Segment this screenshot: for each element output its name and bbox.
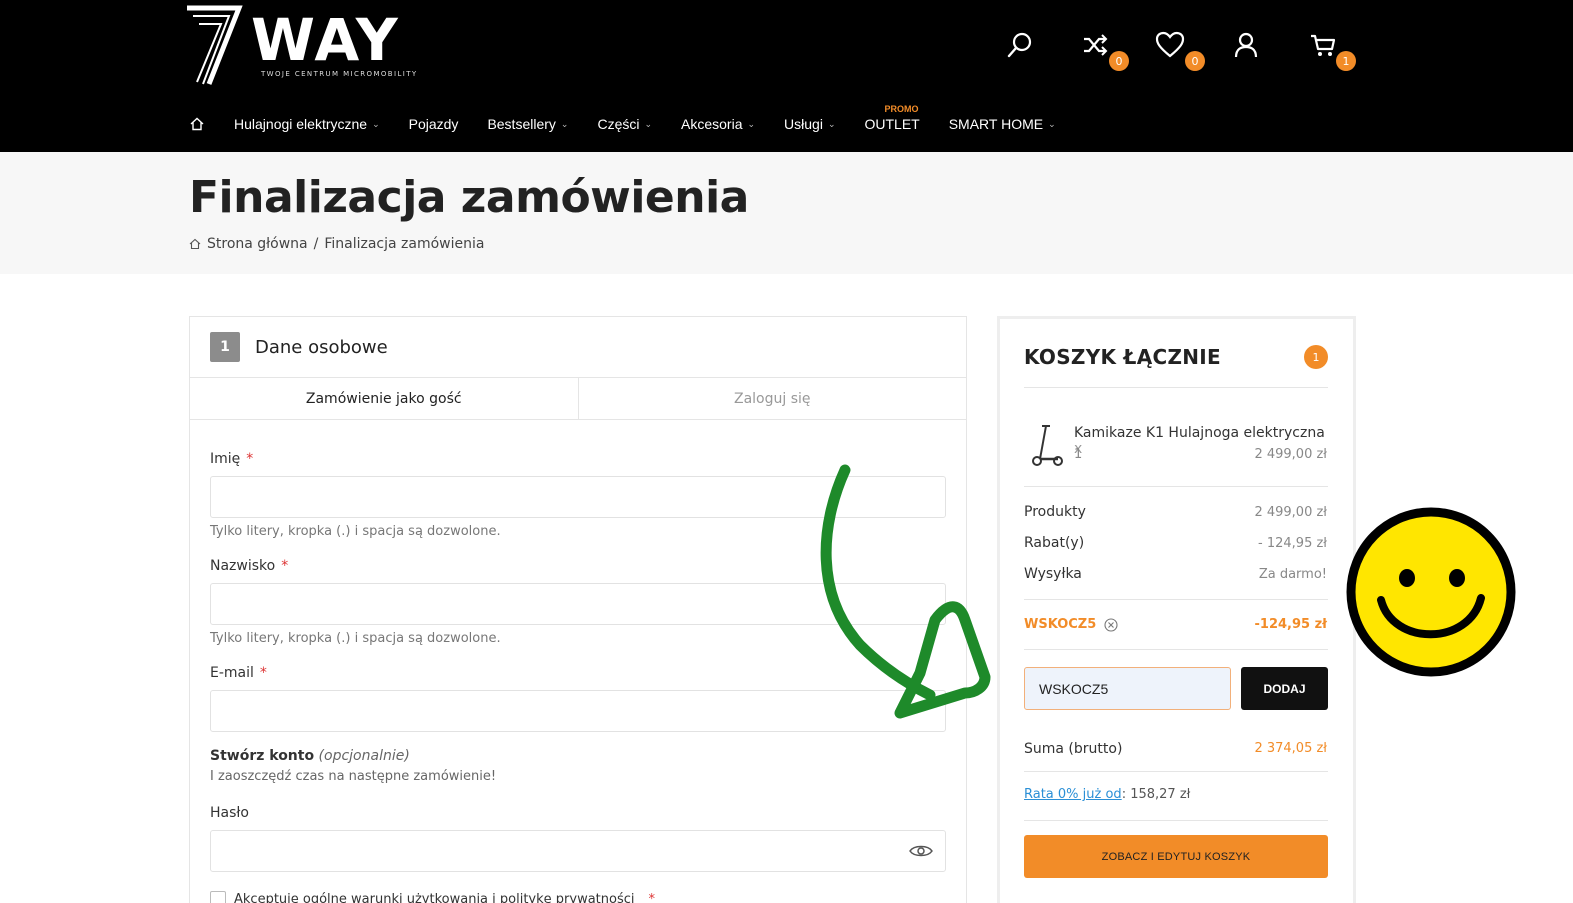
create-account-hint: I zaoszczędź czas na następne zamówienie… — [210, 769, 497, 784]
step-header: 1 Dane osobowe — [190, 317, 966, 378]
main-nav: Hulajnogi elektryczne ⌄ Pojazdy Bestselle… — [190, 104, 1085, 140]
add-coupon-button[interactable]: DODAJ — [1241, 667, 1328, 710]
page-title: Finalizacja zamówienia — [189, 172, 749, 223]
chevron-down-icon: ⌄ — [747, 118, 756, 129]
applied-coupon: WSKOCZ5 — [1024, 617, 1118, 632]
compare-count-badge: 0 — [1109, 51, 1129, 71]
tab-guest-order[interactable]: Zamówienie jako gość — [190, 378, 578, 419]
terms-row: Akceptuję ogólne warunki użytkowania i p… — [210, 891, 655, 903]
nav-bestsellery[interactable]: Bestsellery ⌄ — [487, 116, 568, 132]
products-value: 2 499,00 zł — [1254, 505, 1327, 520]
total-label: Suma (brutto) — [1024, 741, 1123, 757]
discount-value: - 124,95 zł — [1258, 536, 1327, 551]
nav-home[interactable] — [190, 117, 204, 131]
arrow-annotation-icon — [820, 464, 991, 719]
chevron-down-icon: ⌄ — [372, 118, 380, 129]
logo-tagline: TWOJE CENTRUM MICROMOBILITY — [261, 70, 418, 78]
site-logo[interactable]: WAY TWOJE CENTRUM MICROMOBILITY — [185, 4, 455, 88]
installment-info: Rata 0% już od: 158,27 zł — [1024, 787, 1191, 802]
checkout-tabs: Zamówienie jako gość Zaloguj się — [190, 378, 966, 420]
first-name-label: Imię * — [210, 451, 254, 467]
email-label: E-mail * — [210, 665, 267, 681]
cart-button[interactable] — [1306, 28, 1340, 62]
cart-count-badge: 1 — [1336, 51, 1356, 71]
last-name-hint: Tylko litery, kropka (.) i spacja są doz… — [210, 631, 501, 646]
divider — [1024, 387, 1328, 388]
cart-summary-count: 1 — [1304, 345, 1328, 369]
step-number: 1 — [210, 332, 240, 362]
cart-summary-title: KOSZYK ŁĄCZNIE — [1024, 345, 1221, 369]
shipping-label: Wysyłka — [1024, 566, 1082, 582]
password-label: Hasło — [210, 805, 249, 821]
cart-icon — [1311, 34, 1336, 56]
view-edit-cart-button[interactable]: ZOBACZ I EDYTUJ KOSZYK — [1024, 835, 1328, 878]
cart-product-price: 2 499,00 zł — [1254, 447, 1327, 462]
divider — [1024, 649, 1328, 650]
chevron-down-icon: ⌄ — [1048, 118, 1056, 129]
breadcrumb-current: Finalizacja zamówienia — [324, 236, 485, 252]
terms-checkbox[interactable] — [210, 891, 226, 903]
tab-login[interactable]: Zaloguj się — [577, 378, 967, 419]
site-header: WAY TWOJE CENTRUM MICROMOBILITY 0 0 1 Hu… — [0, 0, 1573, 152]
divider — [1024, 486, 1328, 487]
chevron-down-icon: ⌄ — [644, 118, 653, 129]
cart-product-qty: 1 — [1074, 447, 1083, 462]
cart-summary: KOSZYK ŁĄCZNIE 1 Kamikaze K1 Hulajnoga e… — [997, 316, 1356, 903]
page-heading-band: Finalizacja zamówienia Strona główna / F… — [0, 152, 1573, 274]
coupon-code-input[interactable] — [1024, 667, 1231, 710]
breadcrumb-separator: / — [313, 236, 319, 252]
search-icon — [1007, 32, 1032, 58]
wishlist-count-badge: 0 — [1185, 51, 1205, 71]
smiley-face-icon — [1346, 507, 1516, 677]
password-field[interactable] — [210, 830, 946, 872]
chevron-down-icon: ⌄ — [827, 118, 836, 129]
compare-button[interactable] — [1078, 28, 1112, 62]
installment-link[interactable]: Rata 0% już od — [1024, 787, 1122, 802]
products-label: Produkty — [1024, 504, 1086, 520]
seven-mark-icon — [187, 5, 243, 85]
breadcrumb-home-link[interactable]: Strona główna — [207, 236, 308, 252]
nav-akcesoria[interactable]: Akcesoria ⌄ — [681, 116, 755, 132]
discount-label: Rabat(y) — [1024, 535, 1085, 551]
divider — [1024, 771, 1328, 772]
create-account-label: Stwórz konto (opcjonalnie) — [210, 748, 410, 764]
step-title: Dane osobowe — [255, 336, 388, 358]
chevron-down-icon: ⌄ — [560, 118, 569, 129]
shuffle-icon — [1084, 34, 1108, 56]
home-icon — [189, 238, 201, 250]
divider — [1024, 820, 1328, 821]
breadcrumb: Strona główna / Finalizacja zamówienia — [189, 236, 484, 252]
first-name-hint: Tylko litery, kropka (.) i spacja są doz… — [210, 524, 501, 539]
nav-pojazdy[interactable]: Pojazdy — [409, 116, 459, 132]
total-value: 2 374,05 zł — [1254, 741, 1327, 756]
divider — [1024, 599, 1328, 600]
shipping-value: Za darmo! — [1258, 567, 1327, 582]
promo-badge: PROMO — [884, 104, 919, 114]
heart-icon — [1155, 31, 1185, 58]
eye-icon[interactable] — [909, 843, 933, 859]
logo-wordmark: WAY — [251, 6, 400, 74]
home-icon — [190, 117, 204, 131]
nav-smart-home[interactable]: SMART HOME ⌄ — [949, 116, 1056, 132]
account-button[interactable] — [1229, 28, 1263, 62]
nav-uslugi[interactable]: Usługi ⌄ — [784, 116, 835, 132]
nav-hulajnogi[interactable]: Hulajnogi elektryczne ⌄ — [234, 116, 380, 132]
search-button[interactable] — [1003, 28, 1037, 62]
nav-czesci[interactable]: Części ⌄ — [597, 116, 652, 132]
user-icon — [1234, 32, 1258, 58]
wishlist-button[interactable] — [1153, 28, 1187, 62]
nav-outlet[interactable]: PROMO OUTLET — [864, 104, 919, 132]
applied-coupon-value: -124,95 zł — [1254, 617, 1327, 632]
scooter-thumbnail[interactable] — [1028, 423, 1064, 467]
remove-coupon-icon[interactable] — [1104, 617, 1118, 632]
last-name-label: Nazwisko * — [210, 558, 289, 574]
